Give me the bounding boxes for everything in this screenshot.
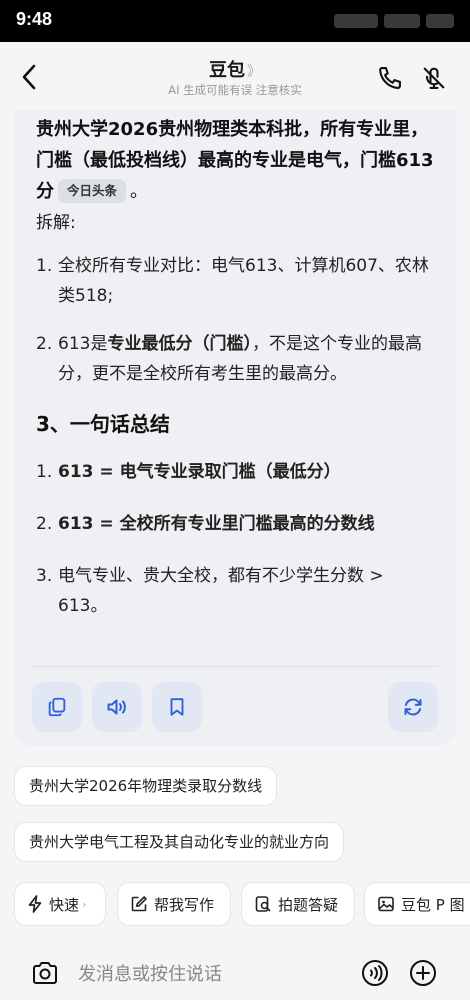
tool-bar: 快速 › 帮我写作 拍题答疑 豆包 P 图: [14, 882, 470, 926]
bookmark-button[interactable]: [152, 682, 202, 732]
tool-photo-question[interactable]: 拍题答疑: [241, 882, 355, 926]
chat-header: 豆包》 AI 生成可能有误 注意核实: [0, 42, 470, 110]
suggestion-chip[interactable]: 贵州大学电气工程及其自动化专业的就业方向: [14, 822, 345, 862]
battery-icon: [426, 14, 454, 28]
camera-icon: [33, 962, 57, 984]
plus-button[interactable]: [408, 958, 438, 988]
suggestion-chip[interactable]: 贵州大学2026年物理类录取分数线: [14, 766, 278, 806]
list-number: 1.: [36, 462, 53, 482]
breakdown-label: 拆解:: [36, 213, 76, 233]
bot-name-chevron-icon: 》: [247, 64, 261, 80]
refresh-icon: [404, 698, 422, 716]
answer-actions: [32, 682, 438, 732]
plus-icon: [410, 960, 436, 986]
message-input[interactable]: 发消息或按住说话: [78, 960, 222, 986]
status-icons: [314, 12, 454, 30]
image-edit-icon: [378, 896, 394, 912]
answer-lead: 贵州大学2026贵州物理类本科批，所有专业里，门槛（最低投档线）最高的专业是电气…: [36, 114, 436, 207]
edit-icon: [131, 896, 147, 912]
copy-icon: [48, 697, 66, 717]
bot-name-text: 豆包: [209, 60, 245, 81]
list-text-pre: 613是: [58, 334, 108, 354]
composer: 发消息或按住说话: [0, 940, 470, 1000]
summary-item: 3. 电气专业、贵大全校，都有不少学生分数 > 613。: [36, 561, 436, 621]
tool-label: 帮我写作: [154, 895, 215, 914]
answer-card: 贵州大学2026贵州物理类本科批，所有专业里，门槛（最低投档线）最高的专业是电气…: [14, 110, 456, 746]
list-text: 613 = 电气专业录取门槛（最低分）: [58, 462, 341, 482]
bookmark-icon: [170, 698, 184, 716]
answer-lead-end: 。: [130, 181, 149, 202]
tool-quick[interactable]: 快速 ›: [14, 882, 106, 926]
list-number: 1.: [36, 256, 53, 276]
tool-writing[interactable]: 帮我写作: [117, 882, 231, 926]
regenerate-button[interactable]: [388, 682, 438, 732]
tool-label: 拍题答疑: [278, 895, 339, 914]
tool-chevron-icon: ›: [82, 897, 87, 911]
answer-divider: [32, 666, 438, 667]
call-button[interactable]: [376, 64, 404, 92]
summary-item: 2. 613 = 全校所有专业里门槛最高的分数线: [36, 509, 436, 539]
copy-button[interactable]: [32, 682, 82, 732]
status-time: 9:48: [16, 9, 53, 29]
mute-button[interactable]: [420, 64, 448, 92]
summary-item: 1. 613 = 电气专业录取门槛（最低分）: [36, 457, 436, 487]
status-blur-block: [334, 14, 378, 28]
read-aloud-button[interactable]: [92, 682, 142, 732]
breakdown-item: 1. 全校所有专业对比：电气613、计算机607、农林类518;: [36, 251, 436, 311]
list-text: 全校所有专业对比：电气613、计算机607、农林类518;: [58, 256, 429, 306]
mute-icon: [423, 67, 445, 89]
status-bar: 9:48: [0, 0, 470, 42]
list-text-bold: 专业最低分（门槛）: [107, 334, 252, 354]
answer-body: 贵州大学2026贵州物理类本科批，所有专业里，门槛（最低投档线）最高的专业是电气…: [36, 114, 436, 621]
camera-button[interactable]: [30, 958, 60, 988]
list-number: 3.: [36, 566, 53, 586]
tool-image-edit[interactable]: 豆包 P 图: [364, 882, 470, 926]
scan-question-icon: [255, 896, 271, 912]
voice-icon: [362, 960, 388, 986]
speaker-icon: [107, 699, 126, 715]
list-text: 613 = 全校所有专业里门槛最高的分数线: [58, 514, 375, 534]
summary-heading: 3、一句话总结: [36, 412, 170, 436]
status-blur-block: [384, 14, 420, 28]
breakdown-item: 2. 613是专业最低分（门槛），不是这个专业的最高分，更不是全校所有考生里的最…: [36, 329, 436, 389]
list-number: 2.: [36, 514, 53, 534]
tool-label: 快速: [49, 895, 80, 914]
source-tag[interactable]: 今日头条: [58, 179, 127, 203]
voice-button[interactable]: [360, 958, 390, 988]
list-text: 电气专业、贵大全校，都有不少学生分数 > 613。: [58, 566, 384, 616]
lightning-icon: [28, 895, 42, 913]
list-number: 2.: [36, 334, 53, 354]
tool-label: 豆包 P 图: [401, 895, 465, 914]
phone-icon: [379, 67, 401, 89]
